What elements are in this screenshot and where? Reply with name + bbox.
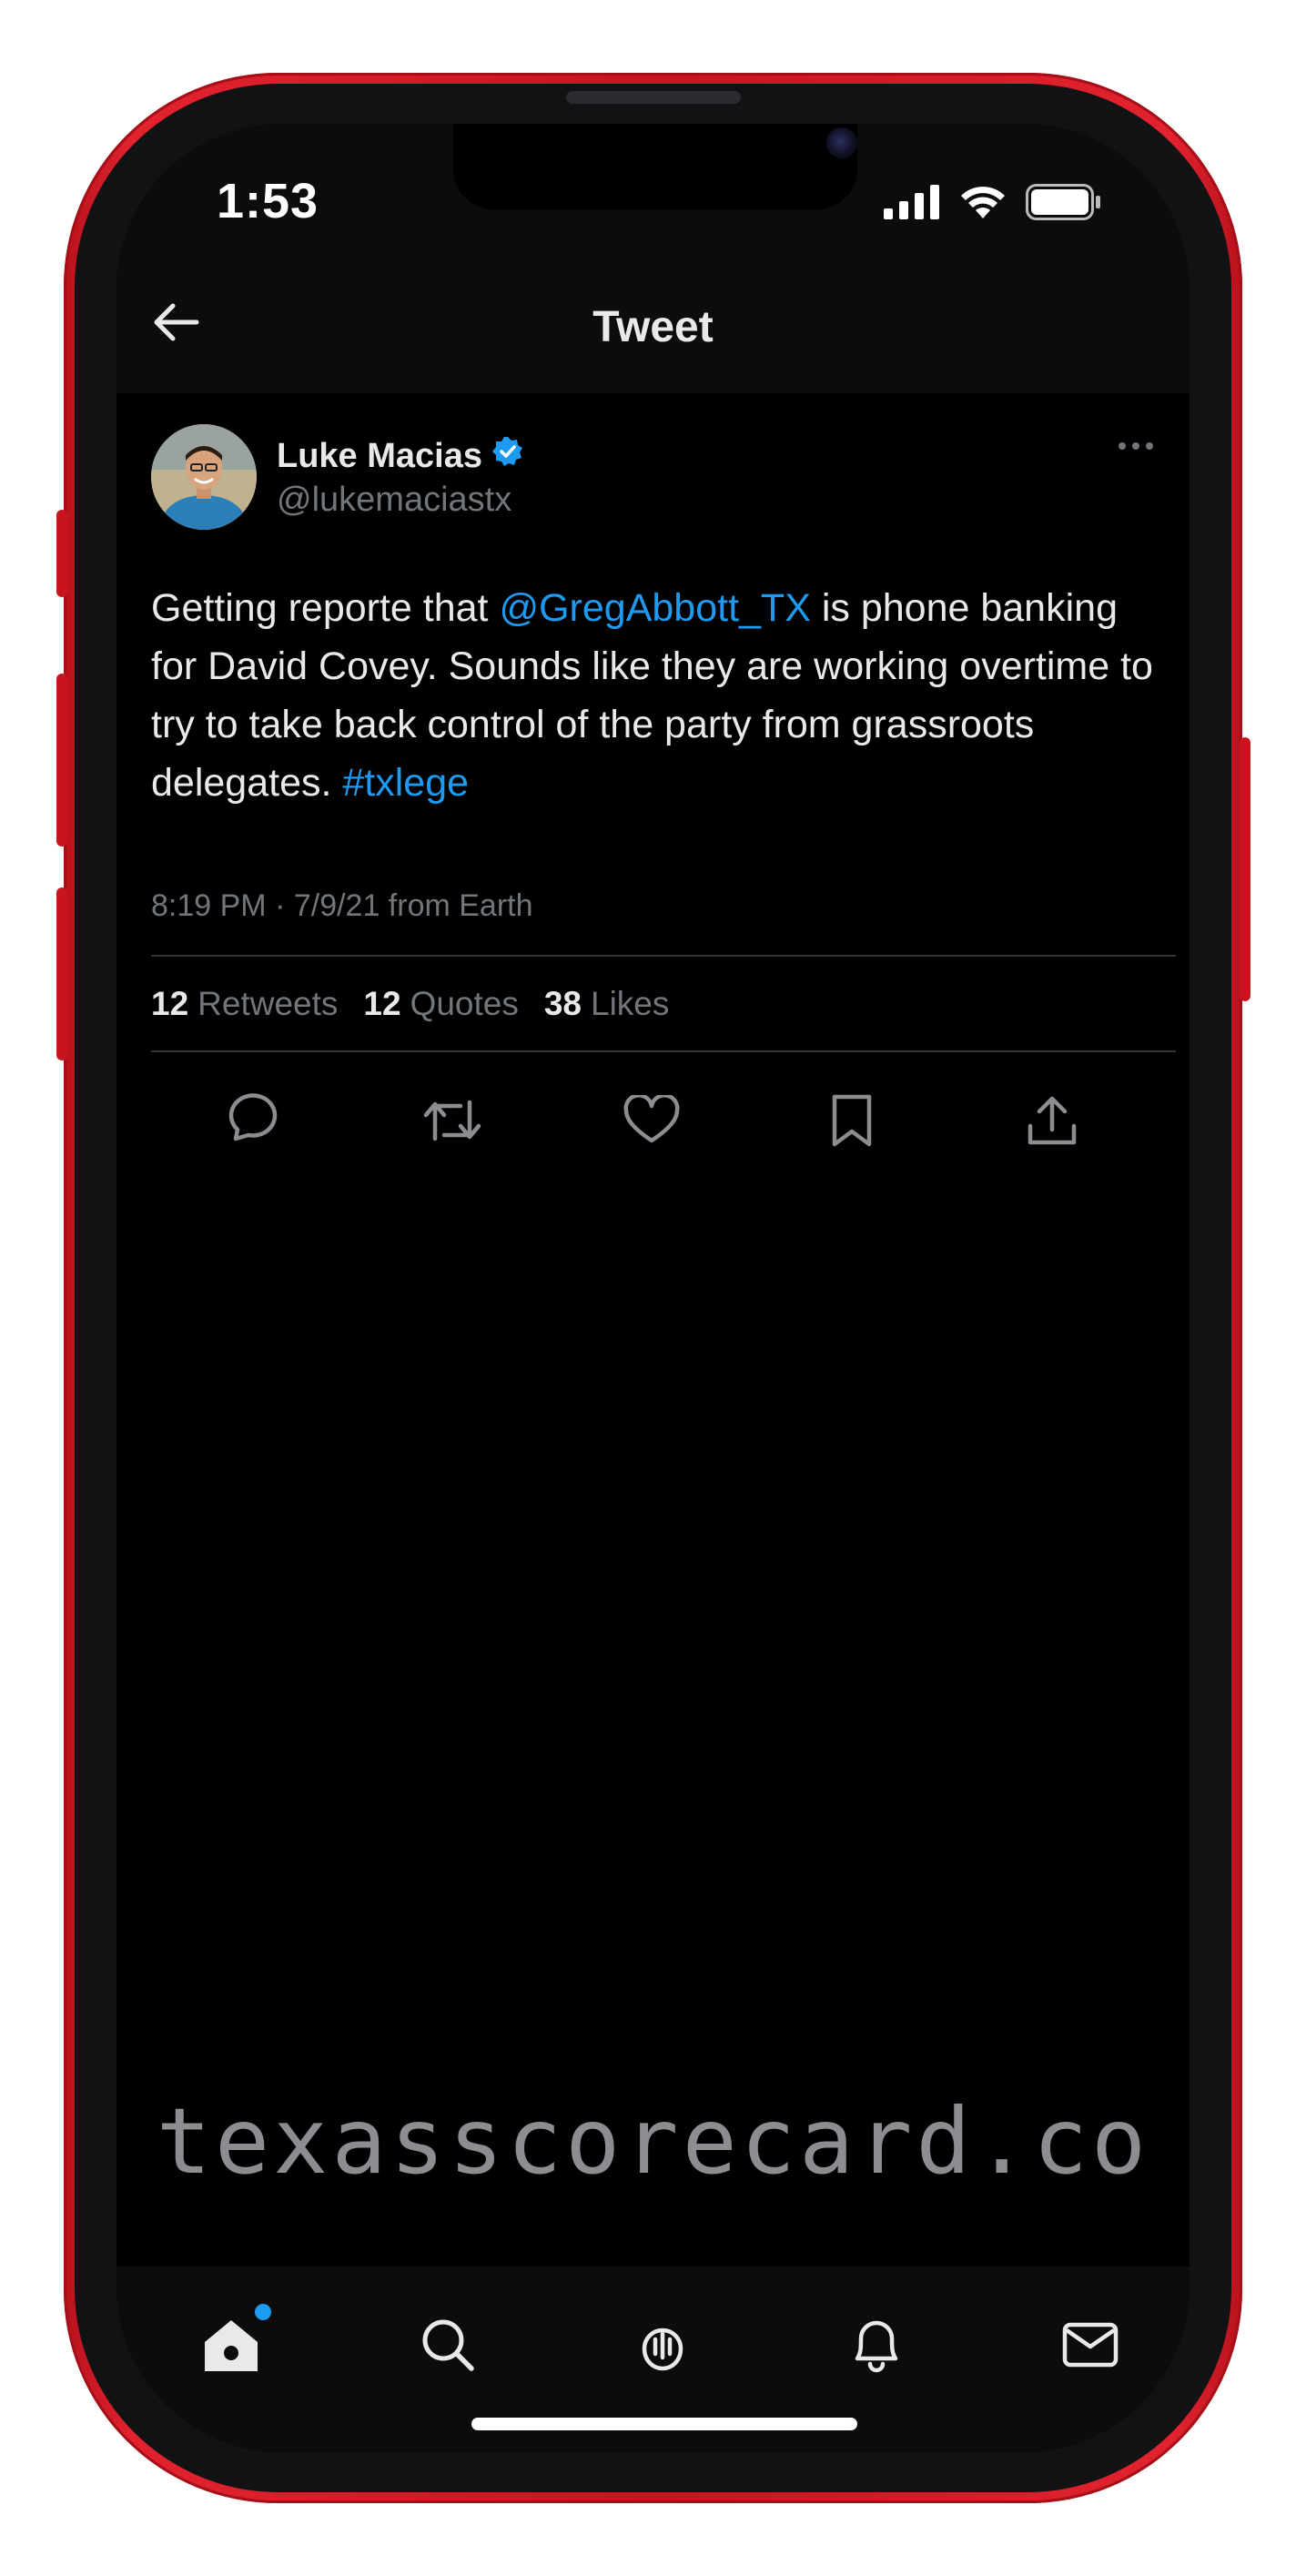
author-name[interactable]: Luke Macias: [277, 437, 482, 476]
wifi-icon: [958, 184, 1007, 225]
tab-messages[interactable]: [1054, 2308, 1127, 2381]
reply-button[interactable]: [220, 1089, 284, 1152]
tab-spaces[interactable]: [626, 2308, 699, 2381]
tab-notifications[interactable]: [840, 2308, 913, 2381]
notification-dot: [255, 2304, 271, 2320]
likes-label: Likes: [591, 985, 670, 1022]
tab-search[interactable]: [411, 2308, 484, 2381]
retweet-button[interactable]: [420, 1089, 484, 1152]
tab-home[interactable]: [195, 2308, 268, 2381]
like-icon: [623, 1095, 680, 1143]
home-icon: [205, 2320, 258, 2371]
likes-stat[interactable]: 38 Likes: [544, 985, 670, 1023]
quotes-label: Quotes: [410, 985, 519, 1022]
divider: [151, 955, 1176, 957]
volume-up-button: [56, 674, 67, 847]
home-indicator[interactable]: [471, 2418, 857, 2430]
tweet-timestamp: 8:19 PM · 7/9/21 from Earth: [151, 888, 533, 923]
mention-link[interactable]: @GregAbbott_TX: [499, 586, 810, 630]
quotes-count: 12: [363, 985, 401, 1022]
volume-down-button: [56, 887, 67, 1060]
more-options-icon[interactable]: [1119, 442, 1153, 450]
notch: [453, 124, 857, 209]
retweet-icon: [423, 1100, 481, 1141]
messages-icon: [1062, 2322, 1119, 2368]
author-handle[interactable]: @lukemaciastx: [277, 481, 511, 520]
tweet-text-part1: Getting reporte that: [151, 586, 500, 630]
reply-icon: [228, 1093, 278, 1141]
avatar[interactable]: [151, 424, 257, 530]
phone-screen: 1:53 Tweet Luke Macias @lukemaciastx Get…: [116, 124, 1190, 2452]
share-button[interactable]: [1020, 1089, 1084, 1152]
power-button: [1240, 737, 1250, 1001]
notifications-icon: [855, 2320, 898, 2373]
hashtag-link[interactable]: #txlege: [342, 761, 469, 805]
watermark-text: texasscorecard.co: [156, 2088, 1150, 2195]
cellular-signal-icon: [884, 185, 940, 224]
author-name-row[interactable]: Luke Macias: [277, 435, 524, 477]
tweet-text: Getting reporte that @GregAbbott_TX is p…: [151, 579, 1161, 812]
status-time: 1:53: [217, 174, 319, 228]
verified-badge-icon: [491, 435, 524, 477]
bookmark-icon: [832, 1094, 872, 1147]
retweets-label: Retweets: [197, 985, 339, 1022]
likes-count: 38: [543, 985, 582, 1022]
divider: [151, 1050, 1176, 1052]
search-icon: [422, 2319, 474, 2371]
like-button[interactable]: [620, 1089, 683, 1152]
tweet-stats: 12 Retweets 12 Quotes 38 Likes: [151, 985, 669, 1023]
retweets-stat[interactable]: 12 Retweets: [151, 985, 338, 1023]
silent-switch: [56, 510, 67, 597]
spaces-icon: [642, 2328, 683, 2371]
retweets-count: 12: [151, 985, 189, 1022]
tweet-actions: [116, 1089, 1190, 1171]
earpiece-speaker: [566, 91, 741, 104]
bookmark-button[interactable]: [820, 1089, 884, 1152]
status-icons: [884, 184, 1102, 225]
battery-icon: [1026, 184, 1102, 225]
camera-icon: [826, 127, 857, 158]
quotes-stat[interactable]: 12 Quotes: [363, 985, 518, 1023]
page-title: Tweet: [592, 303, 714, 351]
share-icon: [1028, 1096, 1077, 1145]
avatar-image: [151, 424, 257, 530]
